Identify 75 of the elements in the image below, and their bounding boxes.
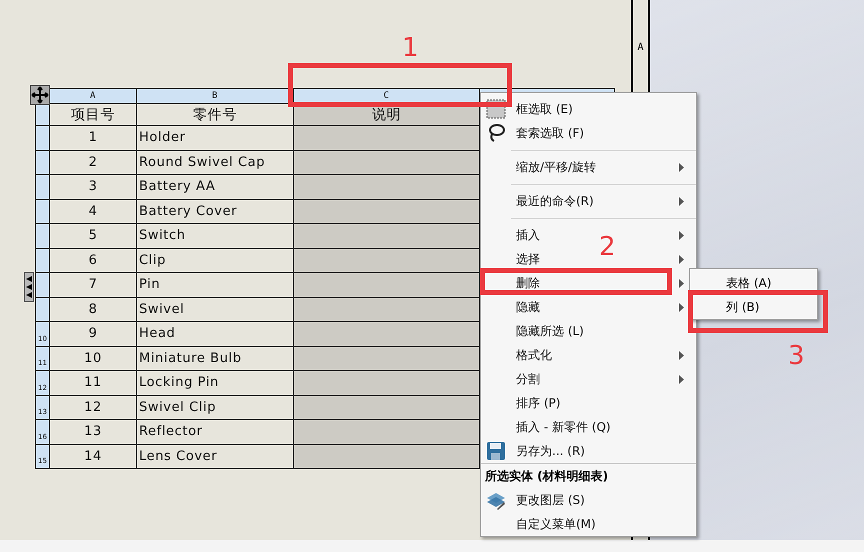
submenu-arrow-icon: [679, 231, 684, 240]
column-header[interactable]: B: [137, 88, 294, 104]
table-cell: Locking Pin: [137, 371, 294, 396]
menu-item[interactable]: 删除: [516, 274, 540, 292]
menu-item[interactable]: 分割: [516, 370, 540, 388]
column-header[interactable]: A: [50, 88, 137, 104]
table-cell: 8: [50, 298, 137, 322]
table-cell: Switch: [137, 224, 294, 248]
table-cell: Lens Cover: [137, 444, 294, 469]
step-number: 3: [788, 343, 805, 369]
table-cell: 2: [50, 150, 137, 175]
table-cell: 13: [50, 420, 137, 444]
submenu-arrow-icon: [679, 303, 684, 312]
table-cell: Head: [137, 322, 294, 346]
table-cell: 5: [50, 224, 137, 248]
table-cell: 4: [50, 200, 137, 224]
table-cell: Clip: [137, 248, 294, 273]
submenu-arrow-icon: [679, 351, 684, 360]
submenu-arrow-icon: [679, 375, 684, 384]
menu-heading: 所选实体 (材料明细表): [481, 463, 696, 488]
table-cell: 9: [50, 322, 137, 346]
layers-icon: [486, 490, 506, 510]
table-cell: Battery Cover: [137, 200, 294, 224]
submenu-arrow-icon: [679, 279, 684, 288]
row-header[interactable]: [35, 248, 50, 273]
menu-item[interactable]: 另存为... (R): [516, 442, 585, 460]
zone-label: A: [637, 42, 644, 55]
row-header[interactable]: [35, 150, 50, 175]
table-cell: Swivel: [137, 298, 294, 322]
table-cell: 12: [50, 396, 137, 420]
table-cell: Pin: [137, 273, 294, 298]
row-header[interactable]: [35, 200, 50, 224]
table-cell: 1: [50, 126, 137, 150]
save-icon: [486, 441, 506, 461]
submenu-arrow-icon: [679, 163, 684, 172]
menu-item[interactable]: 框选取 (E): [516, 100, 573, 118]
submenu-arrow-icon: [679, 255, 684, 264]
menu-item[interactable]: 插入: [516, 226, 540, 244]
menu-item[interactable]: 自定义菜单(M): [516, 516, 596, 532]
row-header[interactable]: [35, 273, 50, 298]
step-number: 1: [402, 35, 419, 61]
table-cell: 14: [50, 444, 137, 469]
row-header[interactable]: [35, 298, 50, 322]
step-number: 2: [599, 234, 616, 260]
table-cell: 3: [50, 175, 137, 200]
menu-item[interactable]: 隐藏所选 (L): [516, 322, 584, 340]
table-cell: 10: [50, 346, 137, 371]
lasso-icon: [486, 123, 506, 143]
menu-item[interactable]: 缩放/平移/旋转: [516, 158, 596, 176]
menu-item[interactable]: 套索选取 (F): [516, 124, 584, 142]
row-header[interactable]: [35, 224, 50, 248]
column-title: 零件号: [137, 104, 294, 126]
move-handle-icon[interactable]: [30, 85, 50, 105]
menu-item[interactable]: 更改图层 (S): [516, 492, 585, 508]
table-cell: 7: [50, 273, 137, 298]
menu-item[interactable]: 格式化: [516, 346, 552, 364]
menu-item[interactable]: 隐藏: [516, 298, 540, 316]
menu-item[interactable]: 选择: [516, 250, 540, 268]
row-resize-tab-icon[interactable]: [24, 272, 34, 302]
column-title: 项目号: [50, 104, 137, 126]
menu-item[interactable]: 插入 - 新零件 (Q): [516, 418, 611, 436]
table-cell: Reflector: [137, 420, 294, 444]
menu-item[interactable]: 最近的命令(R): [516, 192, 594, 210]
row-header[interactable]: [35, 126, 50, 150]
table-cell: Swivel Clip: [137, 396, 294, 420]
row-header[interactable]: [35, 175, 50, 200]
table-cell: Battery AA: [137, 175, 294, 200]
table-cell: Round Swivel Cap: [137, 150, 294, 175]
table-cell: Holder: [137, 126, 294, 150]
row-header[interactable]: [35, 104, 50, 126]
table-cell: Miniature Bulb: [137, 346, 294, 371]
menu-item[interactable]: 排序 (P): [516, 394, 560, 412]
submenu-arrow-icon: [679, 197, 684, 206]
table-cell: 6: [50, 248, 137, 273]
table-cell: 11: [50, 371, 137, 396]
